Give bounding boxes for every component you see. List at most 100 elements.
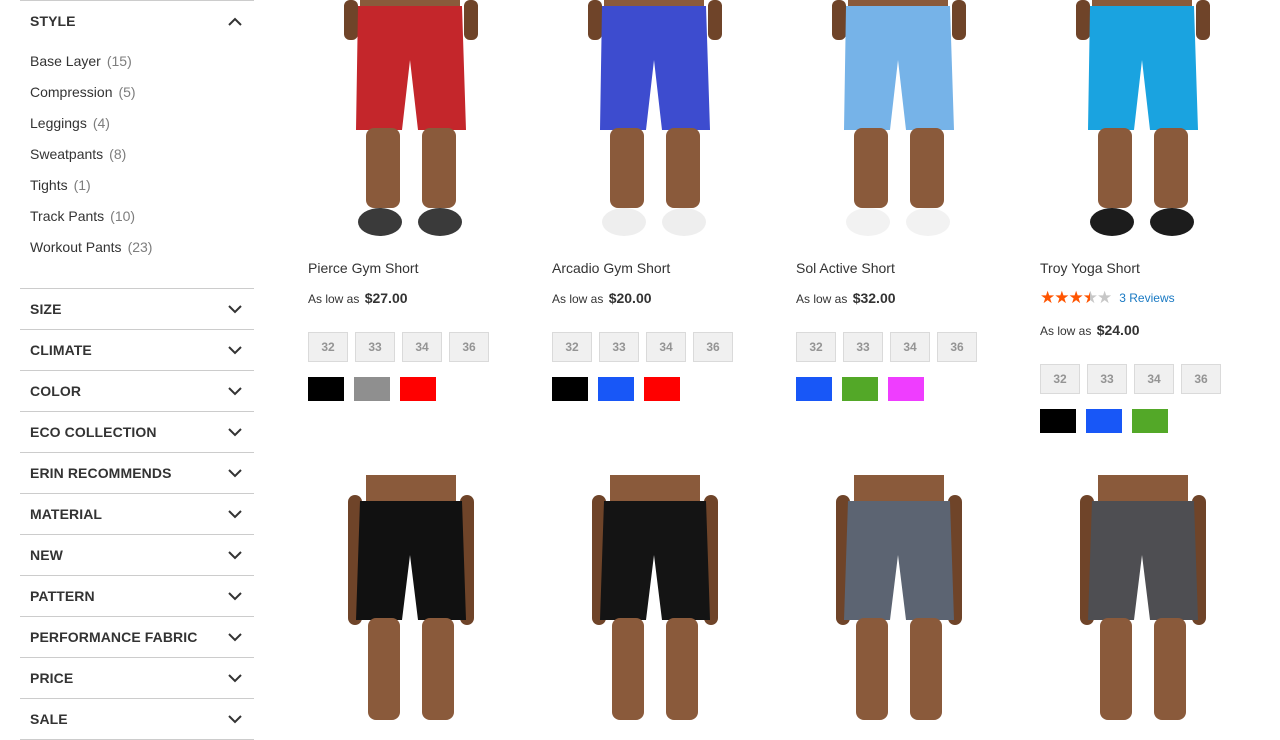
- size-swatches: 32 33 34 36: [552, 332, 740, 362]
- style-option-compression[interactable]: Compression (5): [30, 82, 254, 113]
- color-swatch[interactable]: [598, 377, 634, 401]
- style-option-count: (8): [109, 146, 127, 162]
- filter-material-toggle[interactable]: MATERIAL: [20, 494, 254, 535]
- size-swatch-36[interactable]: 36: [449, 332, 489, 362]
- chevron-down-icon: [228, 302, 242, 316]
- filter-sidebar: STYLE Base Layer (15) Compression (5) Legg…: [20, 0, 254, 740]
- style-option-sweatpants[interactable]: Sweatpants (8): [30, 144, 254, 175]
- color-swatch[interactable]: [1086, 409, 1122, 433]
- filter-eco-collection-toggle[interactable]: ECO COLLECTION: [20, 412, 254, 453]
- filter-color-toggle[interactable]: COLOR: [20, 371, 254, 412]
- filter-pattern-toggle[interactable]: PATTERN: [20, 576, 254, 617]
- size-swatch-32[interactable]: 32: [1040, 364, 1080, 394]
- price-amount: $24.00: [1096, 322, 1140, 338]
- price-prefix: As low as: [796, 292, 848, 306]
- style-option-tights[interactable]: Tights (1): [30, 175, 254, 206]
- style-option-leggings[interactable]: Leggings (4): [30, 113, 254, 144]
- filter-size-toggle[interactable]: SIZE: [20, 289, 254, 330]
- product-price: As low as $24.00: [1040, 322, 1140, 338]
- filter-style-toggle[interactable]: STYLE: [20, 0, 254, 41]
- style-option-count: (23): [127, 239, 153, 255]
- color-swatch[interactable]: [1040, 409, 1076, 433]
- style-option-count: (4): [92, 115, 110, 131]
- color-swatches: [308, 377, 446, 401]
- size-swatch-33[interactable]: 33: [599, 332, 639, 362]
- price-amount: $32.00: [852, 290, 896, 306]
- color-swatch[interactable]: [308, 377, 344, 401]
- color-swatch[interactable]: [888, 377, 924, 401]
- size-swatch-36[interactable]: 36: [937, 332, 977, 362]
- filter-title: ECO COLLECTION: [30, 424, 157, 440]
- product-image[interactable]: [1032, 0, 1252, 248]
- style-options-list: Base Layer (15) Compression (5) Leggings (4…: [20, 41, 254, 289]
- style-option-label: Leggings: [30, 115, 87, 131]
- color-swatch[interactable]: [400, 377, 436, 401]
- size-swatch-33[interactable]: 33: [1087, 364, 1127, 394]
- filter-climate-toggle[interactable]: CLIMATE: [20, 330, 254, 371]
- size-swatches: 32 33 34 36: [796, 332, 984, 362]
- size-swatch-36[interactable]: 36: [1181, 364, 1221, 394]
- color-swatch[interactable]: [552, 377, 588, 401]
- product-image[interactable]: [788, 0, 1008, 248]
- chevron-down-icon: [228, 671, 242, 685]
- color-swatch[interactable]: [354, 377, 390, 401]
- color-swatch[interactable]: [842, 377, 878, 401]
- chevron-down-icon: [228, 548, 242, 562]
- product-card: [544, 475, 764, 720]
- product-card: [300, 475, 520, 720]
- filter-performance-fabric-toggle[interactable]: PERFORMANCE FABRIC: [20, 617, 254, 658]
- color-swatches: [552, 377, 690, 401]
- style-option-count: (15): [106, 53, 132, 69]
- style-option-track-pants[interactable]: Track Pants (10): [30, 206, 254, 237]
- filter-title: NEW: [30, 547, 63, 563]
- filter-new-toggle[interactable]: NEW: [20, 535, 254, 576]
- style-option-label: Workout Pants: [30, 239, 122, 255]
- product-price: As low as $27.00: [308, 290, 408, 306]
- filter-price-toggle[interactable]: PRICE: [20, 658, 254, 699]
- size-swatches: 32 33 34 36: [1040, 364, 1228, 394]
- product-image[interactable]: [544, 475, 764, 720]
- product-card: [788, 475, 1008, 720]
- color-swatch[interactable]: [644, 377, 680, 401]
- filter-list: SIZE CLIMATE COLOR ECO COLLECTION ERIN RECOM…: [20, 289, 254, 740]
- product-image[interactable]: [1032, 475, 1252, 720]
- size-swatch-34[interactable]: 34: [890, 332, 930, 362]
- product-image[interactable]: [544, 0, 764, 248]
- size-swatch-32[interactable]: 32: [552, 332, 592, 362]
- product-image[interactable]: [300, 475, 520, 720]
- color-swatch[interactable]: [796, 377, 832, 401]
- product-name-link[interactable]: Arcadio Gym Short: [552, 260, 670, 276]
- size-swatch-34[interactable]: 34: [1134, 364, 1174, 394]
- style-option-workout-pants[interactable]: Workout Pants (23): [30, 237, 254, 268]
- size-swatch-33[interactable]: 33: [843, 332, 883, 362]
- chevron-down-icon: [228, 630, 242, 644]
- price-amount: $27.00: [364, 290, 408, 306]
- filter-title: PATTERN: [30, 588, 95, 604]
- filter-title: PRICE: [30, 670, 74, 686]
- product-image[interactable]: [788, 475, 1008, 720]
- size-swatch-32[interactable]: 32: [796, 332, 836, 362]
- chevron-down-icon: [228, 507, 242, 521]
- product-name-link[interactable]: Sol Active Short: [796, 260, 895, 276]
- filter-title: SIZE: [30, 301, 62, 317]
- product-image[interactable]: [300, 0, 520, 248]
- filter-title: PERFORMANCE FABRIC: [30, 629, 198, 645]
- color-swatch[interactable]: [1132, 409, 1168, 433]
- style-option-base-layer[interactable]: Base Layer (15): [30, 51, 254, 82]
- size-swatch-34[interactable]: 34: [402, 332, 442, 362]
- chevron-down-icon: [228, 712, 242, 726]
- size-swatches: 32 33 34 36: [308, 332, 496, 362]
- chevron-up-icon: [228, 14, 242, 28]
- size-swatch-34[interactable]: 34: [646, 332, 686, 362]
- product-rating: ★★★★★ 3 Reviews: [1040, 288, 1175, 308]
- size-swatch-32[interactable]: 32: [308, 332, 348, 362]
- reviews-link[interactable]: 3 Reviews: [1119, 291, 1174, 305]
- filter-erin-recommends-toggle[interactable]: ERIN RECOMMENDS: [20, 453, 254, 494]
- size-swatch-33[interactable]: 33: [355, 332, 395, 362]
- style-option-count: (5): [118, 84, 136, 100]
- style-option-count: (10): [110, 208, 136, 224]
- product-name-link[interactable]: Troy Yoga Short: [1040, 260, 1140, 276]
- style-option-label: Base Layer: [30, 53, 101, 69]
- product-name-link[interactable]: Pierce Gym Short: [308, 260, 418, 276]
- size-swatch-36[interactable]: 36: [693, 332, 733, 362]
